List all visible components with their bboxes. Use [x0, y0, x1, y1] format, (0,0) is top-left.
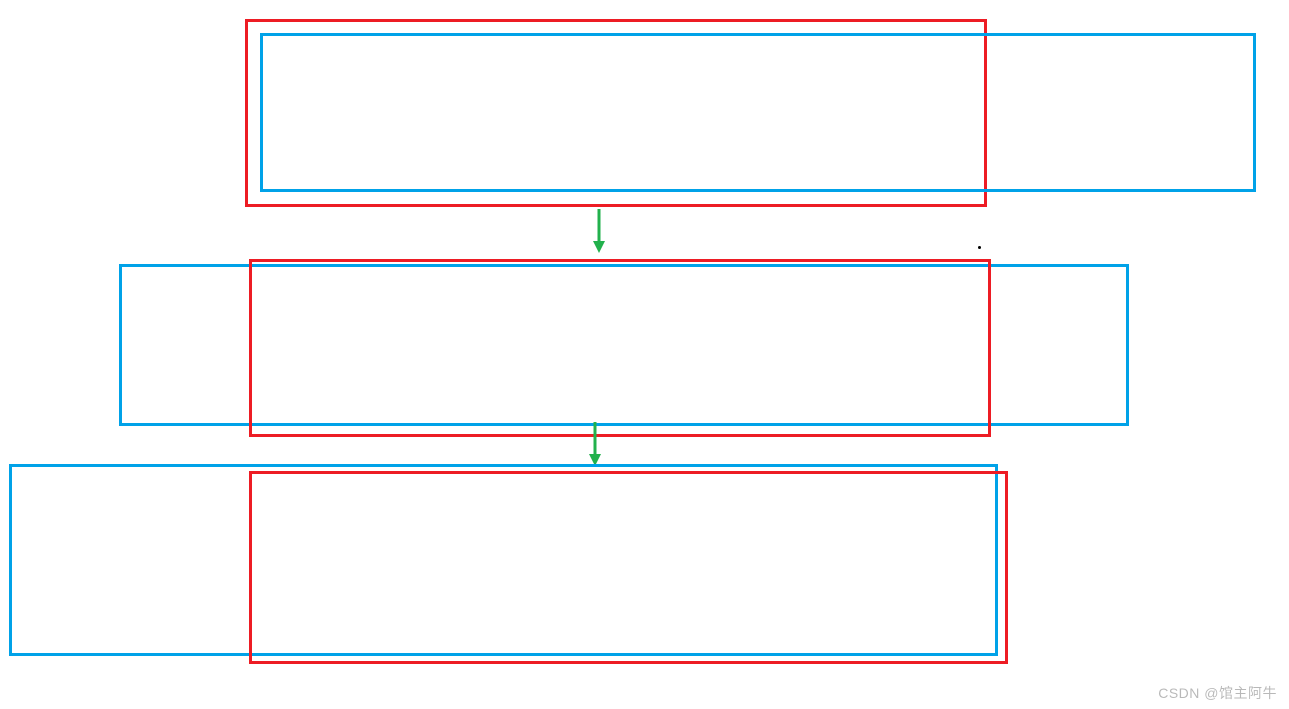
watermark-text: CSDN @馆主阿牛	[1158, 683, 1277, 703]
row1-blue-rect	[260, 33, 1256, 192]
row3-red-rect	[249, 471, 1008, 664]
stray-dot	[978, 246, 981, 249]
row2-red-rect	[249, 259, 991, 437]
arrow-down-icon	[586, 420, 604, 468]
arrow-down-icon	[590, 207, 608, 255]
